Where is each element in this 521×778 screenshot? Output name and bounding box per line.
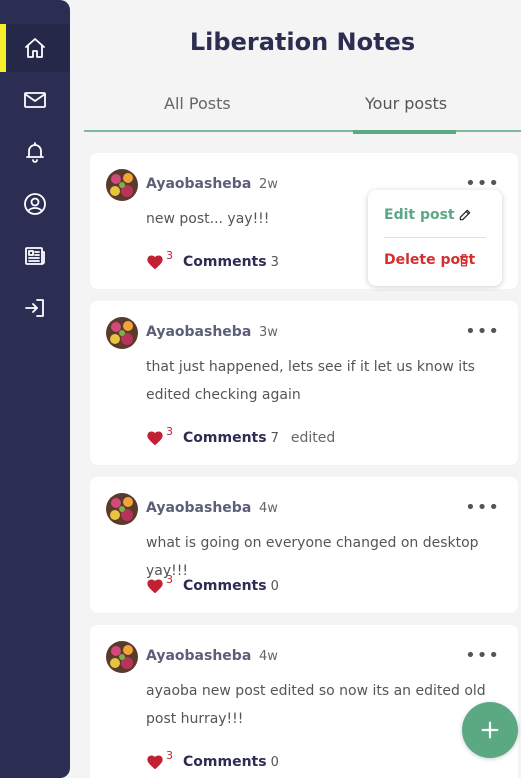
- post-time: 2w: [259, 177, 278, 192]
- logout-icon: [25, 299, 44, 317]
- post-body: what is going on everyone changed on des…: [146, 535, 479, 579]
- post-author[interactable]: Ayaobasheba: [146, 324, 251, 340]
- post-body: that just happened, lets see if it let u…: [146, 359, 475, 403]
- active-tab-indicator: [353, 130, 456, 134]
- nav-logout[interactable]: [0, 284, 70, 332]
- post-card: Ayaobasheba 3w ••• that just happened, l…: [90, 301, 518, 465]
- edit-post-label: Edit post: [384, 207, 455, 223]
- nav-home[interactable]: [0, 24, 70, 72]
- newspaper-icon: [25, 247, 45, 265]
- like-count: 3: [166, 424, 173, 438]
- nav-profile[interactable]: [0, 180, 70, 228]
- more-options-icon[interactable]: •••: [465, 645, 500, 666]
- comment-count: 0: [270, 578, 279, 594]
- nav-news[interactable]: [0, 232, 70, 280]
- post-footer: 3 Comments 7 edited: [146, 425, 336, 446]
- edited-label: edited: [290, 430, 336, 446]
- bell-icon: [26, 142, 44, 163]
- home-icon: [25, 38, 45, 58]
- like-count: 3: [166, 572, 173, 586]
- comment-count: 7: [270, 430, 279, 446]
- comments-link[interactable]: Comments: [183, 254, 267, 270]
- comments-link[interactable]: Comments: [183, 430, 267, 446]
- post-footer: 3 Comments 0: [146, 749, 279, 770]
- post-footer: 3 Comments 3: [146, 249, 279, 270]
- like-count: 3: [166, 748, 173, 762]
- heart-icon[interactable]: [146, 754, 164, 770]
- comments-link[interactable]: Comments: [183, 578, 267, 594]
- comments-link[interactable]: Comments: [183, 754, 267, 770]
- tab-all-posts[interactable]: All Posts: [164, 94, 231, 113]
- user-circle-icon: [24, 193, 46, 215]
- heart-icon[interactable]: [146, 578, 164, 594]
- post-card: Ayaobasheba 4w ••• ayaoba new post edite…: [90, 625, 518, 778]
- sidebar: [0, 0, 70, 778]
- post-time: 4w: [259, 501, 278, 516]
- like-count: 3: [166, 248, 173, 262]
- post-author[interactable]: Ayaobasheba: [146, 176, 251, 192]
- trash-icon: [459, 254, 469, 267]
- post-body: ayaoba new post edited so now its an edi…: [146, 683, 486, 727]
- nav-messages[interactable]: [0, 76, 70, 124]
- post-card: Ayaobasheba 4w ••• what is going on ever…: [90, 477, 518, 613]
- tab-bar: All Posts Your posts: [84, 88, 521, 134]
- page-title: Liberation Notes: [189, 28, 416, 56]
- post-time: 3w: [259, 325, 278, 340]
- mail-icon: [24, 92, 46, 108]
- avatar[interactable]: [106, 493, 138, 525]
- avatar[interactable]: [106, 641, 138, 673]
- delete-post-button[interactable]: Delete post: [384, 252, 486, 268]
- avatar[interactable]: [106, 317, 138, 349]
- more-options-icon[interactable]: •••: [465, 321, 500, 342]
- add-post-button[interactable]: [462, 702, 518, 758]
- post-author[interactable]: Ayaobasheba: [146, 500, 251, 516]
- heart-icon[interactable]: [146, 430, 164, 446]
- comment-count: 3: [270, 254, 279, 270]
- tab-your-posts[interactable]: Your posts: [365, 94, 447, 113]
- post-time: 4w: [259, 649, 278, 664]
- post-options-menu: Edit post Delete post: [368, 190, 502, 286]
- post-author[interactable]: Ayaobasheba: [146, 648, 251, 664]
- menu-divider: [384, 237, 486, 238]
- post-footer: 3 Comments 0: [146, 573, 279, 594]
- edit-post-button[interactable]: Edit post: [384, 207, 486, 223]
- more-options-icon[interactable]: •••: [465, 497, 500, 518]
- app-root: Liberation Notes All Posts Your posts Ay…: [0, 0, 521, 778]
- nav-notifications[interactable]: [0, 128, 70, 176]
- avatar[interactable]: [106, 169, 138, 201]
- heart-icon[interactable]: [146, 254, 164, 270]
- comment-count: 0: [270, 754, 279, 770]
- plus-icon: [481, 721, 499, 739]
- pencil-icon: [459, 209, 471, 221]
